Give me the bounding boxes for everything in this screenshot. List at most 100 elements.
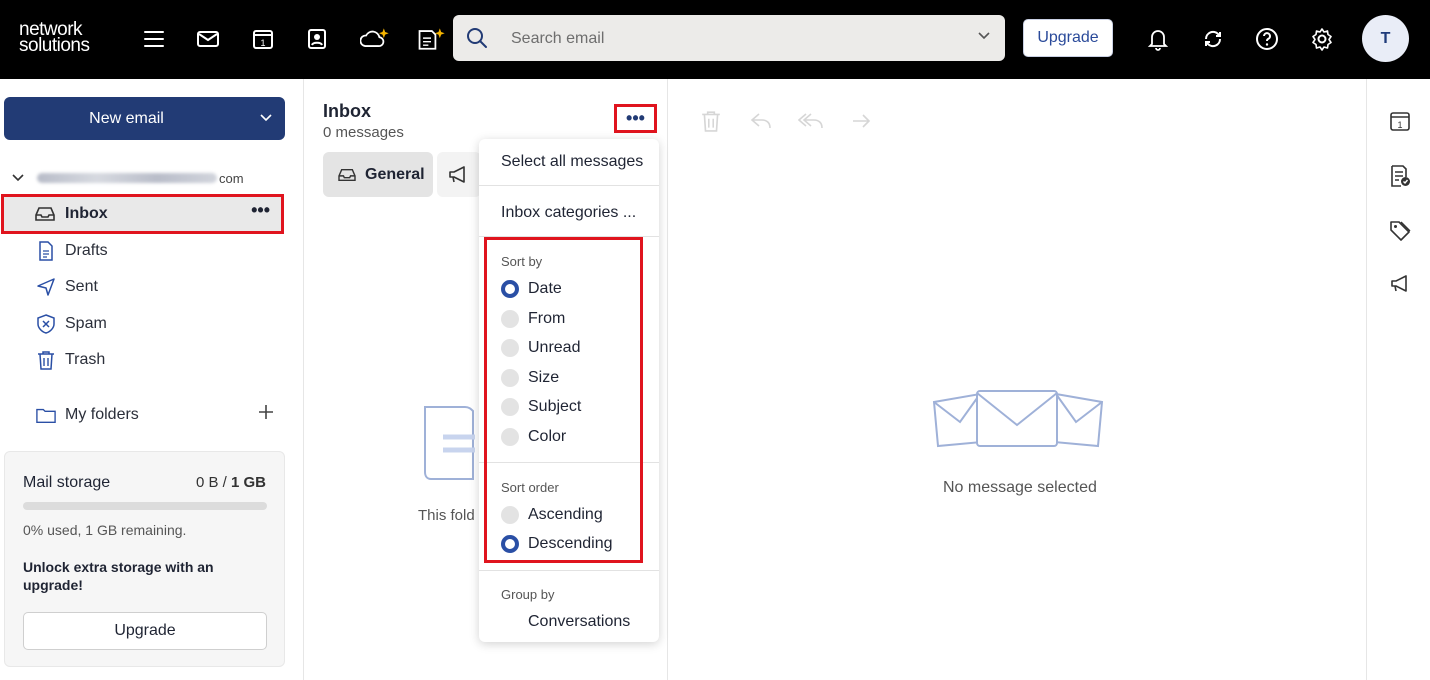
storage-used: 0 B: [195, 474, 219, 491]
tab-label: General: [365, 165, 425, 183]
inbox-tray-icon: [337, 167, 357, 183]
svg-text:1: 1: [1397, 120, 1402, 130]
account-header[interactable]: com: [11, 169, 244, 187]
bell-icon[interactable]: [1143, 24, 1173, 54]
group-by-conversations-option[interactable]: Conversations: [528, 613, 630, 631]
new-email-label: New email: [89, 110, 164, 127]
sort-by-label: Sort by: [501, 254, 543, 269]
sidebar-item-label: Sent: [65, 278, 98, 295]
sort-by-subject-radio[interactable]: Subject: [501, 397, 581, 417]
top-bar: network solutions 1 Search email Upgrade: [0, 0, 1430, 79]
sort-by-color-radio[interactable]: Color: [501, 427, 566, 447]
shield-x-icon: [36, 314, 56, 334]
search-box[interactable]: Search email: [453, 15, 1005, 61]
reply-icon[interactable]: [750, 112, 772, 130]
send-icon: [36, 277, 56, 297]
draft-document-icon: [36, 241, 56, 261]
right-rail: 1: [1366, 79, 1430, 680]
menu-divider: [479, 462, 659, 463]
notes-ai-icon[interactable]: [416, 24, 446, 54]
radio-label: Date: [528, 280, 562, 297]
sidebar-item-label: My folders: [65, 406, 139, 423]
sort-by-unread-radio[interactable]: Unread: [501, 338, 580, 358]
chevron-down-icon[interactable]: [259, 113, 273, 123]
forward-icon[interactable]: [850, 112, 872, 130]
tab-general[interactable]: General: [323, 152, 433, 197]
sidebar-item-label: Trash: [65, 351, 106, 368]
megaphone-icon[interactable]: [1389, 274, 1411, 294]
search-input[interactable]: Search email: [511, 30, 604, 48]
sidebar-item-my-folders[interactable]: My folders: [36, 403, 139, 427]
new-email-button[interactable]: New email: [4, 97, 285, 140]
radio-label: From: [528, 310, 566, 327]
menu-divider: [479, 185, 659, 186]
left-sidebar: New email com Inbox ••• Drafts Sent Spam…: [0, 79, 304, 680]
add-folder-plus-icon[interactable]: [257, 403, 275, 421]
no-message-selected-text: No message selected: [943, 479, 1097, 496]
sidebar-item-spam[interactable]: Spam: [36, 312, 107, 336]
radio-unselected-icon: [501, 506, 519, 524]
sort-order-label: Sort order: [501, 480, 559, 495]
hamburger-menu-icon[interactable]: [139, 24, 169, 54]
contacts-icon[interactable]: [302, 24, 332, 54]
menu-divider: [479, 236, 659, 237]
message-count: 0 messages: [323, 124, 404, 141]
menu-item-select-all[interactable]: Select all messages: [501, 153, 643, 171]
user-avatar[interactable]: T: [1362, 15, 1409, 62]
chevron-down-icon[interactable]: [11, 173, 25, 183]
message-list-more-options-button[interactable]: •••: [614, 104, 657, 133]
tasks-checklist-icon[interactable]: [1389, 165, 1411, 187]
radio-unselected-icon: [501, 310, 519, 328]
sort-by-size-radio[interactable]: Size: [501, 368, 559, 388]
page-title: Inbox: [323, 101, 371, 121]
calendar-icon[interactable]: 1: [1389, 110, 1411, 132]
sort-by-date-radio[interactable]: Date: [501, 279, 562, 299]
mail-storage-panel: Mail storage 0 B / 1 GB 0% used, 1 GB re…: [4, 451, 285, 667]
mail-icon[interactable]: [193, 24, 223, 54]
storage-upgrade-button[interactable]: Upgrade: [23, 612, 267, 650]
megaphone-icon: [447, 165, 469, 185]
radio-label: Subject: [528, 398, 582, 415]
chevron-down-icon[interactable]: [977, 31, 991, 41]
calendar-icon[interactable]: 1: [248, 24, 278, 54]
storage-unlock-text: Unlock extra storage with an upgrade!: [23, 559, 214, 593]
sidebar-item-drafts[interactable]: Drafts: [36, 239, 108, 263]
storage-value: 0 B / 1 GB: [196, 474, 266, 491]
envelopes-illustration: [932, 388, 1104, 450]
sync-icon[interactable]: [1198, 24, 1228, 54]
radio-label: Unread: [528, 339, 581, 356]
sort-order-ascending-radio[interactable]: Ascending: [501, 505, 603, 525]
network-solutions-logo[interactable]: network solutions: [19, 20, 90, 55]
sort-options-menu: Select all messages Inbox categories ...…: [479, 139, 659, 642]
svg-text:1: 1: [260, 38, 265, 48]
menu-item-inbox-categories[interactable]: Inbox categories ...: [501, 204, 636, 222]
search-icon[interactable]: [465, 26, 489, 50]
inbox-tray-icon: [34, 205, 56, 223]
help-icon[interactable]: [1252, 24, 1282, 54]
reply-all-icon[interactable]: [798, 112, 824, 130]
radio-selected-icon: [501, 535, 519, 553]
sidebar-item-sent[interactable]: Sent: [36, 275, 98, 299]
sidebar-item-inbox[interactable]: Inbox •••: [3, 196, 282, 232]
storage-progress-bar: [23, 502, 267, 510]
sidebar-item-label: Drafts: [65, 242, 108, 259]
storage-title: Mail storage: [23, 474, 111, 491]
account-email-redacted: [37, 173, 217, 183]
storage-summary: 0% used, 1 GB remaining.: [23, 522, 187, 538]
sidebar-item-trash[interactable]: Trash: [36, 348, 105, 372]
upgrade-button[interactable]: Upgrade: [1023, 19, 1113, 57]
inbox-more-options-button[interactable]: •••: [251, 200, 270, 221]
radio-label: Size: [528, 369, 560, 386]
sidebar-item-label: Spam: [65, 315, 107, 332]
radio-unselected-icon: [501, 339, 519, 357]
folder-icon: [36, 406, 56, 424]
sort-by-from-radio[interactable]: From: [501, 309, 565, 329]
sort-order-descending-radio[interactable]: Descending: [501, 534, 613, 554]
tag-icon[interactable]: [1389, 220, 1411, 242]
trash-icon: [36, 350, 56, 370]
weather-ai-icon[interactable]: [360, 24, 390, 54]
settings-gear-icon[interactable]: [1307, 24, 1337, 54]
delete-trash-icon[interactable]: [701, 110, 721, 132]
tab-promotions[interactable]: [437, 152, 481, 197]
radio-label: Color: [528, 428, 567, 445]
